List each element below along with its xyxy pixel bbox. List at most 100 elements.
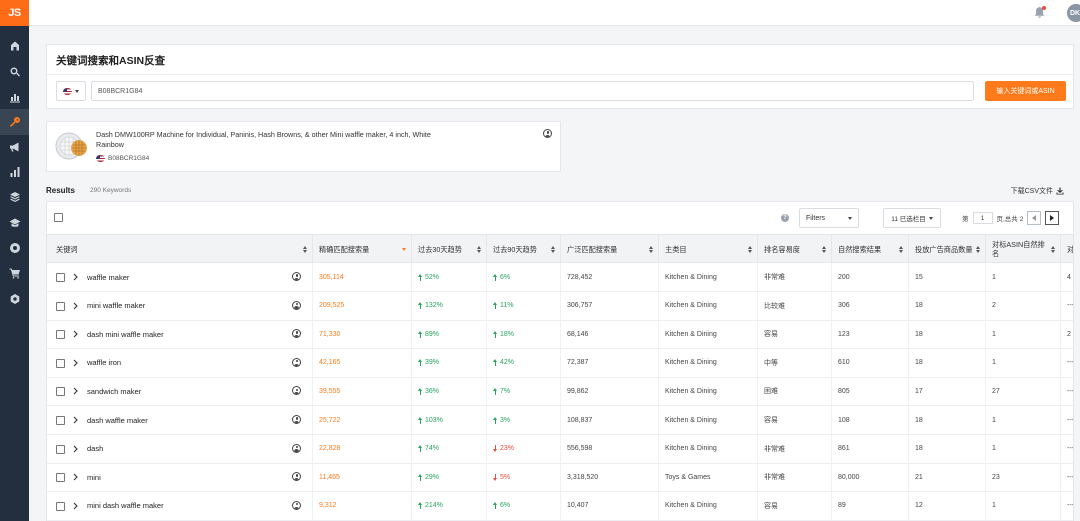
column-header-4[interactable]: 广泛匹配搜索量 [561,235,659,263]
sidebar-item-ads[interactable] [0,134,29,160]
sidebar-item-academy[interactable] [0,210,29,236]
table-row[interactable]: waffle iron 42,165 39% 42% 72,387 Kitchen & D… [47,348,1073,378]
sidebar-item-settings[interactable] [0,286,29,312]
row-checkbox[interactable] [56,473,65,483]
keyword-user-button[interactable] [292,500,301,510]
expand-row-button[interactable] [72,445,79,453]
keyword-text[interactable]: dash mini waffle maker [87,330,164,339]
sidebar-item-dashboard[interactable] [0,33,29,59]
sidebar-item-analytics[interactable] [0,159,29,185]
keyword-text[interactable]: mini waffle maker [87,301,145,310]
row-checkbox[interactable] [56,387,65,397]
sidebar-item-keyword[interactable] [0,109,29,135]
keyword-user-button[interactable] [292,357,301,367]
arrow-up-icon [418,359,423,367]
sort-icon[interactable] [477,246,481,253]
keyword-text[interactable]: mini [87,473,101,482]
t30-cell: 36% [412,377,487,406]
columns-dropdown[interactable]: 11 已选栏目 [883,208,941,228]
row-checkbox[interactable] [56,416,65,425]
sort-icon[interactable] [1051,246,1055,253]
sort-icon[interactable] [899,246,903,253]
expand-row-button[interactable] [72,473,79,481]
expand-row-button[interactable] [72,359,79,367]
column-header-10[interactable]: 对 [1061,235,1073,263]
table-row[interactable]: dash waffle maker 25,722 103% 3% 108,837 Kitc… [47,406,1073,435]
sort-icon[interactable] [551,246,555,253]
keyword-text[interactable]: waffle maker [87,273,129,282]
keyword-text[interactable]: dash [87,444,103,453]
prev-page-button[interactable] [1027,211,1042,225]
row-checkbox[interactable] [56,444,65,454]
expand-row-button[interactable] [72,416,79,424]
column-header-7[interactable]: 自然搜索结果 [832,235,909,263]
sidebar-item-stack[interactable] [0,184,29,210]
column-header-3[interactable]: 过去90天趋势 [487,235,561,263]
keyword-user-button[interactable] [292,443,301,453]
row-checkbox[interactable] [56,330,65,340]
table-row[interactable]: dash mini waffle maker 71,330 89% 18% 68,146… [47,320,1073,350]
category-cell: Kitchen & Dining [659,291,758,320]
product-title[interactable]: Dash DMW100RP Machine for Individual, Pa… [96,130,446,150]
sidebar-item-chart[interactable] [0,84,29,110]
keyword-user-button[interactable] [292,329,301,339]
sort-icon[interactable] [402,246,406,253]
table-row[interactable]: mini 11,465 29% 5% 3,318,520 Toys & Games 非常难 8… [47,463,1073,493]
product-user-button[interactable] [543,129,552,138]
sort-icon[interactable] [822,246,826,253]
sort-icon[interactable] [748,246,752,253]
expand-row-button[interactable] [72,502,79,510]
search-input[interactable] [91,81,974,101]
keyword-text[interactable]: waffle iron [87,358,121,367]
keyword-text[interactable]: dash waffle maker [87,416,148,425]
expand-row-button[interactable] [72,330,79,338]
user-avatar[interactable]: DK [1067,4,1080,22]
sort-icon[interactable] [649,246,653,253]
keyword-user-button[interactable] [292,300,301,310]
row-checkbox[interactable] [56,501,65,511]
chevron-right-icon [1050,215,1055,221]
table-row[interactable]: sandwich maker 39,555 36% 7% 99,862 Kitchen &… [47,377,1073,407]
row-checkbox[interactable] [56,301,65,311]
keyword-user-button[interactable] [292,472,301,482]
expand-row-button[interactable] [72,302,79,310]
app-logo[interactable]: JS [0,0,29,26]
chevron-right-icon [73,502,78,510]
table-row[interactable]: dash 22,828 74% 23% 556,598 Kitchen & Dining 非… [47,434,1073,464]
keyword-user-button[interactable] [292,272,301,281]
marketplace-select[interactable] [56,81,86,101]
t30-cell: 52% [412,263,487,291]
column-header-9[interactable]: 对标ASIN自然排名 [986,235,1061,263]
next-page-button[interactable] [1045,211,1060,225]
column-header-2[interactable]: 过去30天趋势 [412,235,487,263]
page-number-input[interactable]: 1 [972,212,993,224]
table-row[interactable]: waffle maker 305,114 52% 6% 728,452 Kitchen &… [47,263,1073,292]
table-row[interactable]: mini dash waffle maker 9,312 214% 6% 10,407 K… [47,491,1073,521]
column-header-8[interactable]: 投放广告商品数量 [909,235,986,263]
sidebar-item-extension[interactable] [0,235,29,261]
table-row[interactable]: mini waffle maker 209,525 132% 11% 306,757 Ki… [47,291,1073,321]
filters-dropdown[interactable]: Filters [799,208,859,228]
row-checkbox[interactable] [56,273,65,282]
row-checkbox[interactable] [56,358,65,368]
sort-icon[interactable] [303,246,307,253]
sort-icon[interactable] [976,246,980,253]
expand-row-button[interactable] [72,273,79,281]
select-all-checkbox[interactable] [54,213,63,222]
download-csv-button[interactable]: 下载CSV文件 [1011,186,1064,196]
keyword-user-button[interactable] [292,386,301,396]
column-header-6[interactable]: 排名容易度 [758,235,832,263]
column-header-5[interactable]: 主类目 [659,235,758,263]
keyword-text[interactable]: sandwich maker [87,387,141,396]
help-icon[interactable]: ? [781,214,789,222]
keyword-user-button[interactable] [292,415,301,424]
sidebar-item-cart[interactable] [0,260,29,286]
sidebar-item-search[interactable] [0,59,29,85]
column-header-1[interactable]: 精确匹配搜索量 [313,235,412,263]
notification-button[interactable] [1033,6,1046,19]
column-header-0[interactable]: 关键词 [47,235,313,263]
organic-cell: 306 [832,291,909,320]
search-button[interactable]: 输入关键词或ASIN [985,81,1066,101]
keyword-text[interactable]: mini dash waffle maker [87,501,164,510]
expand-row-button[interactable] [72,387,79,395]
